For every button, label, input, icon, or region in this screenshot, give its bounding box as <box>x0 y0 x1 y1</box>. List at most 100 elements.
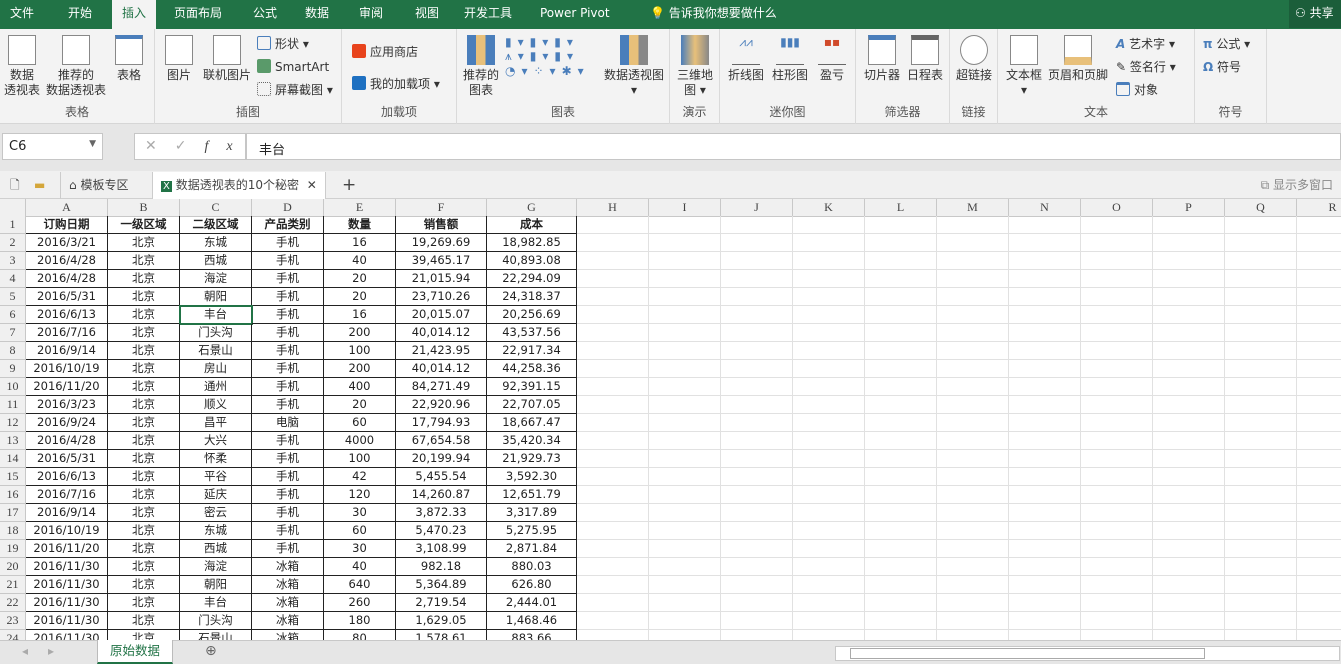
cell[interactable] <box>937 468 1009 486</box>
cell[interactable] <box>1225 378 1297 396</box>
cell[interactable] <box>937 432 1009 450</box>
cell[interactable] <box>865 522 937 540</box>
check-icon[interactable]: ✓ <box>175 138 205 154</box>
cell[interactable] <box>1081 360 1153 378</box>
column-title[interactable]: 数量 <box>324 216 396 234</box>
hyperlink-button[interactable]: 超链接 <box>954 35 994 83</box>
chart-type-buttons[interactable]: ▮▾▮▾▮▾ ⩚▾▮▾▮▾ ◔▾⁘▾✱▾ <box>505 35 590 78</box>
cell[interactable]: 22,917.34 <box>487 342 577 360</box>
cell[interactable]: 982.18 <box>396 558 487 576</box>
cell[interactable]: 2016/11/20 <box>26 378 108 396</box>
cell[interactable]: 44,258.36 <box>487 360 577 378</box>
online-picture-button[interactable]: 联机图片 <box>201 35 253 83</box>
row-header[interactable]: 13 <box>0 432 26 450</box>
cell[interactable]: 手机 <box>252 270 324 288</box>
cell[interactable] <box>649 468 721 486</box>
row-header[interactable]: 9 <box>0 360 26 378</box>
cell[interactable] <box>1153 414 1225 432</box>
cell[interactable] <box>721 396 793 414</box>
cell[interactable]: 2016/11/30 <box>26 558 108 576</box>
column-title[interactable]: 二级区域 <box>180 216 252 234</box>
cell[interactable]: 大兴 <box>180 432 252 450</box>
cell[interactable]: 东城 <box>180 522 252 540</box>
cell[interactable] <box>1009 378 1081 396</box>
cell[interactable] <box>649 612 721 630</box>
cell[interactable]: 60 <box>324 414 396 432</box>
cell[interactable]: 40,893.08 <box>487 252 577 270</box>
cell[interactable]: 手机 <box>252 504 324 522</box>
cell[interactable] <box>1297 342 1341 360</box>
cell[interactable] <box>1009 396 1081 414</box>
sparkline-column-button[interactable]: ▮▮▮ 柱形图 <box>770 35 810 83</box>
cell[interactable] <box>865 234 937 252</box>
tab-3[interactable]: 页面布局 <box>164 0 232 29</box>
cell[interactable] <box>793 414 865 432</box>
tab-4[interactable]: 公式 <box>243 0 287 29</box>
column-header-C[interactable]: C <box>180 199 252 217</box>
cell[interactable]: 手机 <box>252 234 324 252</box>
cell[interactable] <box>1225 612 1297 630</box>
multi-window-button[interactable]: ⧉ 显示多窗口 <box>1253 172 1341 199</box>
cell[interactable] <box>1009 252 1081 270</box>
cell[interactable]: 丰台 <box>180 594 252 612</box>
cell[interactable] <box>1081 504 1153 522</box>
cell[interactable]: 2016/10/19 <box>26 360 108 378</box>
cell[interactable] <box>937 558 1009 576</box>
cell[interactable] <box>721 522 793 540</box>
cell[interactable]: 手机 <box>252 360 324 378</box>
cell[interactable]: 北京 <box>108 378 180 396</box>
cell[interactable] <box>649 324 721 342</box>
cell[interactable] <box>1081 468 1153 486</box>
cell[interactable] <box>1009 612 1081 630</box>
cell[interactable] <box>649 540 721 558</box>
cell[interactable]: 手机 <box>252 468 324 486</box>
cell[interactable] <box>1081 612 1153 630</box>
cell[interactable] <box>1153 450 1225 468</box>
cell[interactable] <box>937 504 1009 522</box>
cell[interactable] <box>793 252 865 270</box>
cell[interactable] <box>865 288 937 306</box>
cell[interactable] <box>865 576 937 594</box>
cell[interactable] <box>1081 576 1153 594</box>
cell[interactable] <box>1153 378 1225 396</box>
cell[interactable]: 北京 <box>108 396 180 414</box>
cell[interactable] <box>1081 306 1153 324</box>
cell[interactable] <box>1153 342 1225 360</box>
cell[interactable] <box>1297 540 1341 558</box>
cell[interactable] <box>1009 486 1081 504</box>
cell[interactable] <box>577 270 649 288</box>
cell[interactable] <box>1081 396 1153 414</box>
cell[interactable] <box>865 504 937 522</box>
select-all-corner[interactable] <box>0 199 26 217</box>
cell[interactable]: 房山 <box>180 360 252 378</box>
cell[interactable] <box>1225 270 1297 288</box>
cell[interactable] <box>1009 414 1081 432</box>
cell[interactable] <box>721 234 793 252</box>
cell[interactable]: 冰箱 <box>252 612 324 630</box>
cell[interactable]: 北京 <box>108 414 180 432</box>
cell[interactable] <box>1225 288 1297 306</box>
cell[interactable]: 5,470.23 <box>396 522 487 540</box>
cell[interactable] <box>865 450 937 468</box>
cell[interactable] <box>1081 522 1153 540</box>
cell[interactable] <box>793 306 865 324</box>
cell[interactable] <box>649 486 721 504</box>
cell[interactable] <box>793 270 865 288</box>
row-header[interactable]: 3 <box>0 252 26 270</box>
cell[interactable] <box>649 432 721 450</box>
cell[interactable]: 冰箱 <box>252 558 324 576</box>
cell[interactable] <box>1225 216 1297 234</box>
recommended-charts-button[interactable]: 推荐的 图表 <box>461 35 501 98</box>
cell[interactable] <box>1297 360 1341 378</box>
cell[interactable] <box>1297 450 1341 468</box>
close-icon[interactable]: ✕ <box>307 178 317 192</box>
cell[interactable]: 2016/9/24 <box>26 414 108 432</box>
cell[interactable] <box>865 378 937 396</box>
cell[interactable]: 顺义 <box>180 396 252 414</box>
cell[interactable] <box>721 450 793 468</box>
cell[interactable] <box>1153 522 1225 540</box>
doc-tab-templates[interactable]: ⌂ 模板专区 <box>60 172 136 199</box>
cell[interactable] <box>1153 594 1225 612</box>
cell[interactable]: 北京 <box>108 468 180 486</box>
column-header-L[interactable]: L <box>865 199 937 217</box>
